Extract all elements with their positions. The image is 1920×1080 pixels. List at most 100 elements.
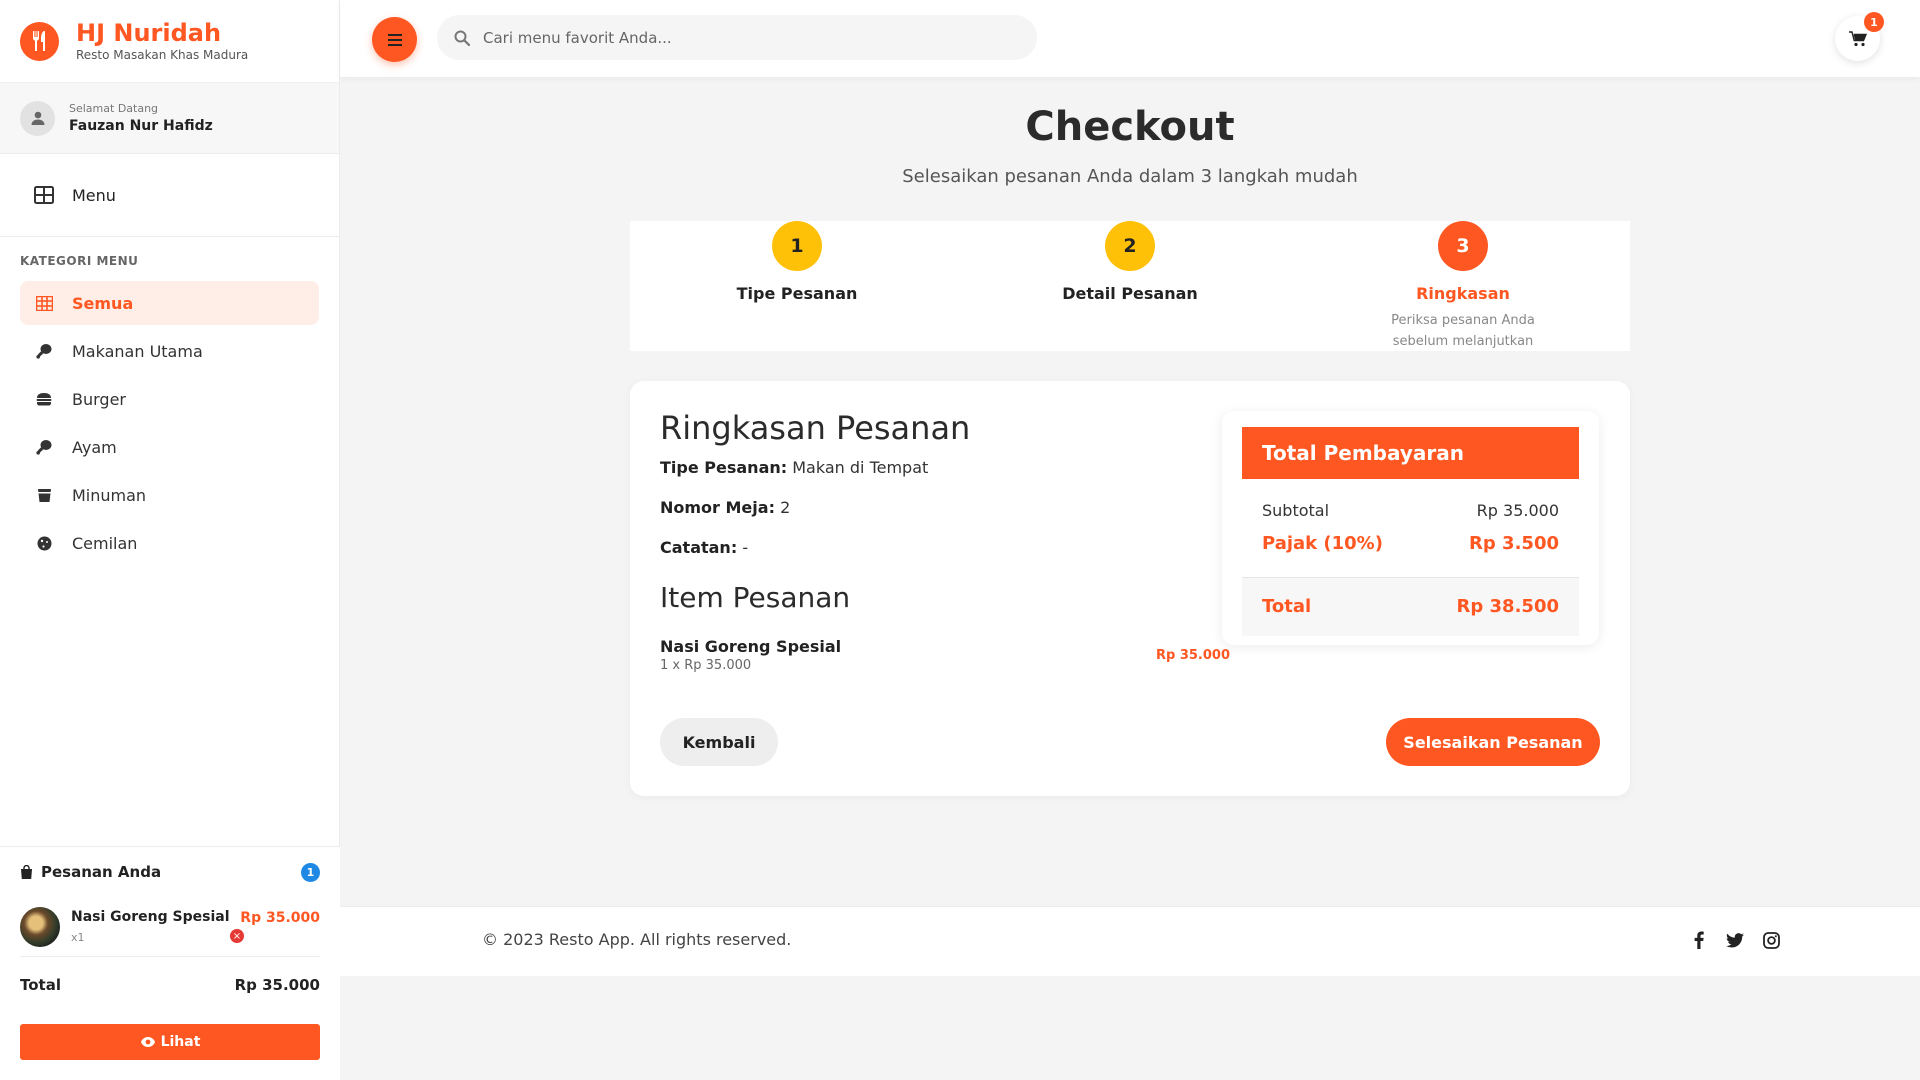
step-ringkasan[interactable]: 3 Ringkasan Periksa pesanan Anda sebelum… (1313, 221, 1613, 352)
search-input[interactable] (483, 28, 1003, 47)
view-order-button[interactable]: Lihat (20, 1024, 320, 1060)
order-total-label: Total (20, 976, 61, 994)
page-title: Checkout (1025, 104, 1235, 150)
category-label: Makanan Utama (72, 341, 203, 361)
step-number: 1 (772, 221, 822, 271)
order-count-badge: 1 (301, 862, 320, 882)
category-label: Semua (72, 293, 134, 313)
order-total: Total Rp 35.000 (20, 957, 320, 1013)
payment-total-box: Total Pembayaran Subtotal Rp 35.000 Paja… (1222, 411, 1599, 645)
back-button[interactable]: Kembali (660, 718, 778, 766)
grid-icon (34, 295, 54, 311)
order-type-label: Tipe Pesanan: (660, 458, 788, 477)
tax-value: Rp 3.500 (1469, 533, 1559, 554)
order-panel-header: Pesanan Anda 1 (20, 847, 320, 897)
order-panel: Pesanan Anda 1 Nasi Goreng Spesial x1 × … (0, 846, 340, 1080)
order-item-price: Rp 35.000 (240, 910, 320, 926)
cookie-icon (34, 536, 54, 551)
cup-icon (34, 488, 54, 503)
user-avatar-icon (20, 100, 55, 136)
nav-menu[interactable]: Menu (0, 154, 339, 237)
hamburger-icon (387, 33, 402, 46)
twitter-icon[interactable] (1726, 930, 1744, 950)
page-subtitle: Selesaikan pesanan Anda dalam 3 langkah … (902, 166, 1358, 187)
utensils-icon (20, 21, 59, 61)
order-panel-title: Pesanan Anda (41, 863, 162, 881)
hamburger-button[interactable] (372, 17, 417, 62)
category-title: KATEGORI MENU (20, 254, 139, 268)
cart-button[interactable]: 1 (1835, 12, 1884, 61)
table-number-value: 2 (780, 498, 791, 517)
step-detail-pesanan[interactable]: 2 Detail Pesanan (980, 221, 1280, 303)
cart-count-badge: 1 (1864, 12, 1884, 32)
welcome-label: Selamat Datang (69, 102, 159, 115)
step-description: Periksa pesanan Anda sebelum melanjutkan (1391, 313, 1535, 349)
user-welcome: Selamat Datang Fauzan Nur Hafidz (0, 83, 339, 154)
view-order-label: Lihat (160, 1034, 201, 1050)
step-number: 2 (1105, 221, 1155, 271)
category-item-makanan-utama[interactable]: Makanan Utama (20, 329, 319, 373)
copyright: © 2023 Resto App. All rights reserved. (482, 930, 792, 949)
payment-title: Total Pembayaran (1242, 427, 1579, 479)
order-type-row: Tipe Pesanan: Makan di Tempat (660, 458, 928, 477)
items-title: Item Pesanan (660, 581, 851, 614)
sidebar: HJ Nuridah Resto Masakan Khas Madura Sel… (0, 0, 340, 1080)
table-number-label: Nomor Meja: (660, 498, 775, 517)
total-value: Rp 38.500 (1456, 596, 1559, 617)
search-icon (454, 30, 470, 46)
drumstick-icon (34, 439, 54, 455)
step-label: Tipe Pesanan (736, 284, 858, 303)
notes-label: Catatan: (660, 538, 738, 557)
subtotal-label: Subtotal (1262, 501, 1330, 520)
total-row: Total Rp 38.500 (1262, 596, 1559, 617)
brand-name: HJ Nuridah (76, 18, 222, 47)
food-thumbnail (20, 906, 60, 947)
remove-item-icon[interactable]: × (230, 929, 244, 943)
category-item-semua[interactable]: Semua (20, 281, 319, 325)
category-item-cemilan[interactable]: Cemilan (20, 521, 319, 565)
burger-icon (34, 392, 54, 406)
brand[interactable]: HJ Nuridah Resto Masakan Khas Madura (0, 0, 339, 83)
step-number: 3 (1438, 221, 1488, 271)
order-type-value: Makan di Tempat (792, 458, 929, 477)
notes-value: - (742, 538, 749, 557)
checkout-stepper: 1 Tipe Pesanan 2 Detail Pesanan 3 Ringka… (630, 221, 1630, 351)
tax-label: Pajak (10%) (1262, 533, 1383, 554)
total-label: Total (1262, 596, 1312, 617)
order-summary-card: Ringkasan Pesanan Tipe Pesanan: Makan di… (630, 381, 1630, 796)
shopping-bag-icon (21, 865, 32, 879)
eye-icon (140, 1037, 155, 1047)
user-name: Fauzan Nur Hafidz (69, 118, 213, 134)
summary-item-price: Rp 35.000 (1155, 648, 1230, 663)
notes-row: Catatan: - (660, 538, 748, 557)
social-links (1690, 930, 1780, 950)
instagram-icon[interactable] (1762, 930, 1780, 950)
step-label: Ringkasan (1416, 284, 1510, 303)
order-item: Nasi Goreng Spesial x1 × Rp 35.000 (20, 897, 320, 957)
tax-row: Pajak (10%) Rp 3.500 (1262, 533, 1559, 554)
order-item-qty: x1 (71, 931, 85, 944)
search-bar[interactable] (437, 15, 1037, 60)
step-tipe-pesanan[interactable]: 1 Tipe Pesanan (647, 221, 947, 303)
topbar: 1 (340, 0, 1920, 77)
category-label: Cemilan (72, 533, 138, 553)
subtotal-value: Rp 35.000 (1476, 501, 1559, 520)
category-label: Minuman (72, 485, 147, 505)
brand-tagline: Resto Masakan Khas Madura (76, 48, 249, 63)
category-item-ayam[interactable]: Ayam (20, 425, 319, 469)
step-label: Detail Pesanan (1062, 284, 1198, 303)
footer: © 2023 Resto App. All rights reserved. (340, 906, 1920, 976)
order-total-value: Rp 35.000 (234, 976, 320, 994)
facebook-icon[interactable] (1690, 930, 1708, 950)
summary-item-name: Nasi Goreng Spesial (660, 637, 842, 656)
category-label: Burger (72, 389, 126, 409)
finish-order-button[interactable]: Selesaikan Pesanan (1386, 718, 1600, 766)
table-number-row: Nomor Meja: 2 (660, 498, 790, 517)
summary-title: Ringkasan Pesanan (660, 409, 971, 447)
grid-icon (34, 186, 54, 204)
category-label: Ayam (72, 437, 117, 457)
category-item-burger[interactable]: Burger (20, 377, 319, 421)
drumstick-icon (34, 343, 54, 359)
nav-menu-label: Menu (72, 185, 116, 205)
category-item-minuman[interactable]: Minuman (20, 473, 319, 517)
